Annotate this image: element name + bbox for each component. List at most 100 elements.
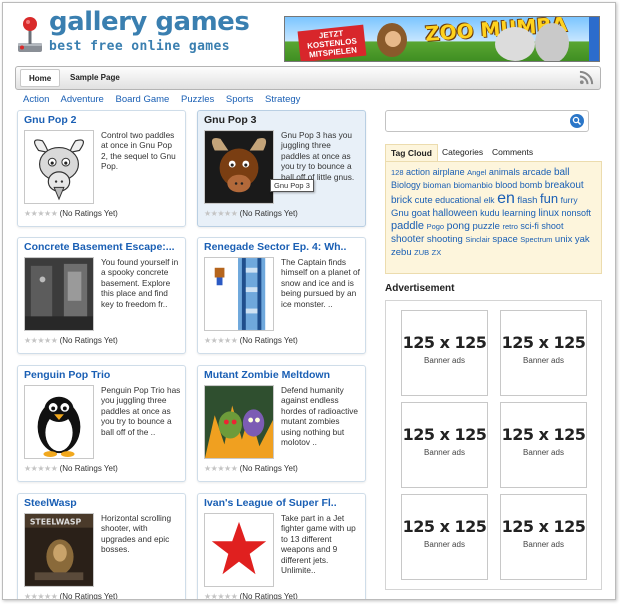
category-link[interactable]: Board Game (115, 94, 169, 105)
tag-link[interactable]: kudu (480, 208, 500, 218)
category-link[interactable]: Puzzles (181, 94, 214, 105)
site-title[interactable]: gallery games (49, 7, 250, 37)
star-rating-icon[interactable]: ★★★★★ (204, 592, 238, 599)
category-link[interactable]: Adventure (61, 94, 104, 105)
star-rating-icon[interactable]: ★★★★★ (204, 464, 238, 473)
game-thumbnail[interactable] (204, 385, 274, 459)
tag-link[interactable]: goat (411, 208, 430, 219)
tag-link[interactable]: bioman (423, 180, 451, 190)
tag-link[interactable]: Pogo (427, 222, 445, 231)
tag-link[interactable]: unix (555, 234, 572, 245)
tag-link[interactable]: animals (489, 167, 520, 177)
tag-link[interactable]: zebu (391, 247, 412, 258)
star-rating-icon[interactable]: ★★★★★ (24, 209, 58, 218)
tag-link[interactable]: bomb (520, 180, 543, 190)
game-thumbnail[interactable] (204, 257, 274, 331)
game-title[interactable]: Penguin Pop Trio (24, 369, 182, 381)
game-description: Penguin Pop Trio has you juggling three … (101, 385, 181, 437)
rss-icon[interactable] (579, 70, 594, 85)
star-rating-icon[interactable]: ★★★★★ (24, 464, 58, 473)
game-thumbnail[interactable] (24, 257, 94, 331)
tag-link[interactable]: linux (538, 208, 559, 219)
tag-link[interactable]: Biology (391, 180, 421, 190)
nav-sample-page[interactable]: Sample Page (62, 69, 128, 87)
tag-link[interactable]: yak (575, 234, 590, 245)
tag-link[interactable]: puzzle (472, 221, 499, 232)
banner-ad[interactable]: 125 x 125 Banner ads (500, 310, 587, 396)
tag-link[interactable]: Gnu (391, 208, 409, 219)
tab-categories[interactable]: Categories (437, 144, 488, 161)
gnu-icon (205, 131, 273, 203)
tag-link[interactable]: Spectrum (520, 235, 552, 244)
banner-ad[interactable]: 125 x 125 Banner ads (500, 402, 587, 488)
tag-link[interactable]: airplane (433, 167, 465, 177)
game-title[interactable]: Mutant Zombie Meltdown (204, 369, 362, 381)
tag-link[interactable]: shooter (391, 234, 424, 245)
tag-link[interactable]: educational (435, 195, 481, 205)
star-rating-icon[interactable]: ★★★★★ (204, 336, 238, 345)
tag-link[interactable]: en (497, 190, 515, 207)
tag-link[interactable]: sci-fi (520, 221, 539, 231)
rating: ★★★★★ (No Ratings Yet) (204, 592, 298, 599)
banner-badge: JETZT KOSTENLOS MITSPIELEN (297, 24, 367, 61)
game-thumbnail[interactable] (24, 385, 94, 459)
star-rating-icon[interactable]: ★★★★★ (24, 336, 58, 345)
game-thumbnail[interactable] (204, 130, 274, 204)
tag-link[interactable]: learning (502, 208, 536, 219)
game-title[interactable]: Concrete Basement Escape:... (24, 241, 182, 253)
tag-link[interactable]: ZX (432, 248, 442, 257)
tag-link[interactable]: shooting (427, 234, 463, 245)
advertisement-banner[interactable]: JETZT KOSTENLOS MITSPIELEN ZOO MUMBA (284, 16, 600, 62)
star-rating-icon[interactable]: ★★★★★ (204, 209, 238, 218)
category-link[interactable]: Strategy (265, 94, 300, 105)
tag-link[interactable]: arcade (522, 167, 551, 178)
tag-link[interactable]: cute (415, 195, 433, 206)
game-title[interactable]: Ivan's League of Super Fl.. (204, 497, 362, 509)
category-link[interactable]: Action (23, 94, 49, 105)
tab-comments[interactable]: Comments (487, 144, 538, 161)
tag-link[interactable]: pong (447, 220, 470, 232)
tag-link[interactable]: Angel (467, 168, 486, 177)
search-input[interactable] (389, 112, 569, 130)
tag-link[interactable]: space (492, 234, 517, 245)
tag-link[interactable]: ZUB (414, 248, 429, 257)
tag-link[interactable]: elk (484, 195, 495, 205)
game-thumbnail[interactable]: STEELWASP (24, 513, 94, 587)
game-card: Gnu Pop 2 Control two paddles at once in… (17, 110, 186, 227)
tag-link[interactable]: action (406, 167, 430, 177)
tag-link[interactable]: paddle (391, 220, 424, 232)
category-link[interactable]: Sports (226, 94, 253, 105)
game-thumbnail[interactable] (204, 513, 274, 587)
rating-text: (No Ratings Yet) (239, 336, 298, 345)
basement-icon (25, 258, 93, 330)
tag-link[interactable]: blood (495, 180, 517, 190)
tag-link[interactable]: retro (502, 222, 517, 231)
game-title[interactable]: Gnu Pop 3 (204, 114, 362, 126)
tag-link[interactable]: flash (517, 195, 537, 206)
tag-link[interactable]: fun (540, 191, 558, 206)
tag-link[interactable]: brick (391, 195, 412, 206)
banner-ad[interactable]: 125 x 125 Banner ads (500, 494, 587, 580)
tag-link[interactable]: biomanbio (453, 180, 492, 190)
tag-link[interactable]: shoot (541, 221, 563, 231)
game-title[interactable]: Gnu Pop 2 (24, 114, 182, 126)
tag-link[interactable]: breakout (545, 180, 584, 191)
game-title[interactable]: Renegade Sector Ep. 4: Wh.. (204, 241, 362, 253)
ad-label: Banner ads (424, 356, 465, 365)
banner-ad[interactable]: 125 x 125 Banner ads (401, 494, 488, 580)
banner-ad[interactable]: 125 x 125 Banner ads (401, 402, 488, 488)
tag-link[interactable]: ball (554, 167, 570, 178)
tag-link[interactable]: nonsoft (562, 208, 592, 218)
thumbnail-title: STEELWASP (30, 518, 82, 527)
nav-home[interactable]: Home (20, 69, 61, 87)
tab-tag-cloud[interactable]: Tag Cloud (385, 144, 438, 161)
banner-ad[interactable]: 125 x 125 Banner ads (401, 310, 488, 396)
search-icon[interactable] (570, 114, 584, 128)
tag-link[interactable]: 128 (391, 168, 404, 177)
star-rating-icon[interactable]: ★★★★★ (24, 592, 58, 599)
tag-link[interactable]: halloween (433, 208, 478, 219)
tag-link[interactable]: furry (561, 195, 578, 205)
game-title[interactable]: SteelWasp (24, 497, 182, 509)
tag-link[interactable]: Sinclair (465, 235, 490, 244)
game-thumbnail[interactable] (24, 130, 94, 204)
